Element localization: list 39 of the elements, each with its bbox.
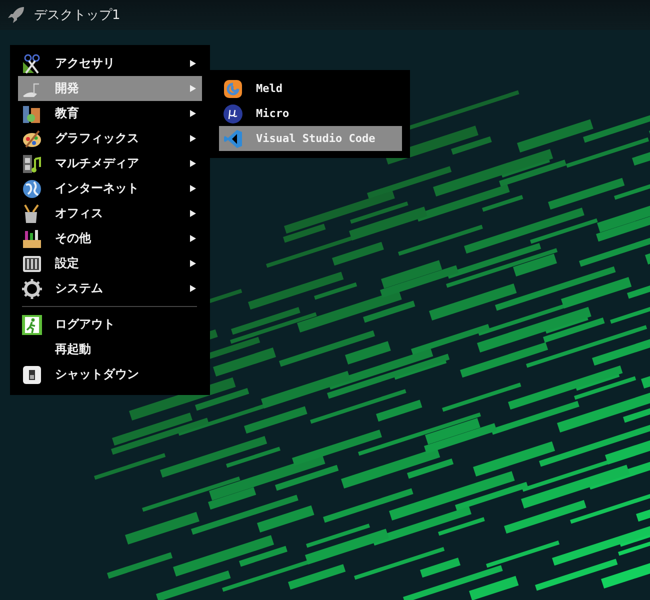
submenu-arrow-icon (190, 260, 196, 267)
menu-item[interactable]: シャットダウン (18, 362, 202, 387)
menu-item[interactable]: 再起動 (18, 337, 202, 362)
menu-item[interactable]: グラフィックス (18, 126, 202, 151)
submenu-arrow-icon (190, 60, 196, 67)
menu-item[interactable]: その他 (18, 226, 202, 251)
mu-letter-icon (223, 104, 243, 124)
submenu-arrow-icon (190, 210, 196, 217)
scissors-ruler-icon (22, 54, 42, 74)
menu-item[interactable]: 設定 (18, 251, 202, 276)
menu-item[interactable]: Meld (219, 76, 402, 101)
globe-icon (22, 178, 42, 198)
submenu-arrow-icon (190, 285, 196, 292)
books-flask-icon (22, 104, 42, 124)
film-note-icon (22, 154, 42, 174)
menu-item[interactable]: ログアウト (18, 312, 202, 337)
submenu-arrow-icon (190, 235, 196, 242)
rocket-icon[interactable] (7, 6, 25, 24)
menu-item[interactable]: アクセサリ (18, 51, 202, 76)
menu-item[interactable]: オフィス (18, 201, 202, 226)
gear-icon (22, 278, 42, 298)
submenu-arrow-icon (190, 110, 196, 117)
sliders-panel-icon (22, 254, 42, 274)
submenu-arrow-icon (190, 85, 196, 92)
menu-item[interactable]: Micro (219, 101, 402, 126)
menu-item[interactable]: 教育 (18, 101, 202, 126)
submenu-arrow-icon (190, 185, 196, 192)
menu-item[interactable]: マルチメディア (18, 151, 202, 176)
menu-item[interactable]: インターネット (18, 176, 202, 201)
exit-sign-icon (22, 314, 42, 334)
palette-brush-icon (22, 128, 42, 148)
menu-item[interactable]: システム (18, 276, 202, 301)
power-switch-icon (22, 364, 42, 384)
swirl-icon (223, 78, 243, 98)
submenu-arrow-icon (190, 135, 196, 142)
submenu-arrow-icon (190, 160, 196, 167)
box-items-icon (22, 228, 42, 248)
code-ribbon-icon (223, 128, 243, 148)
desktop-title: デスクトップ1 (34, 7, 120, 24)
